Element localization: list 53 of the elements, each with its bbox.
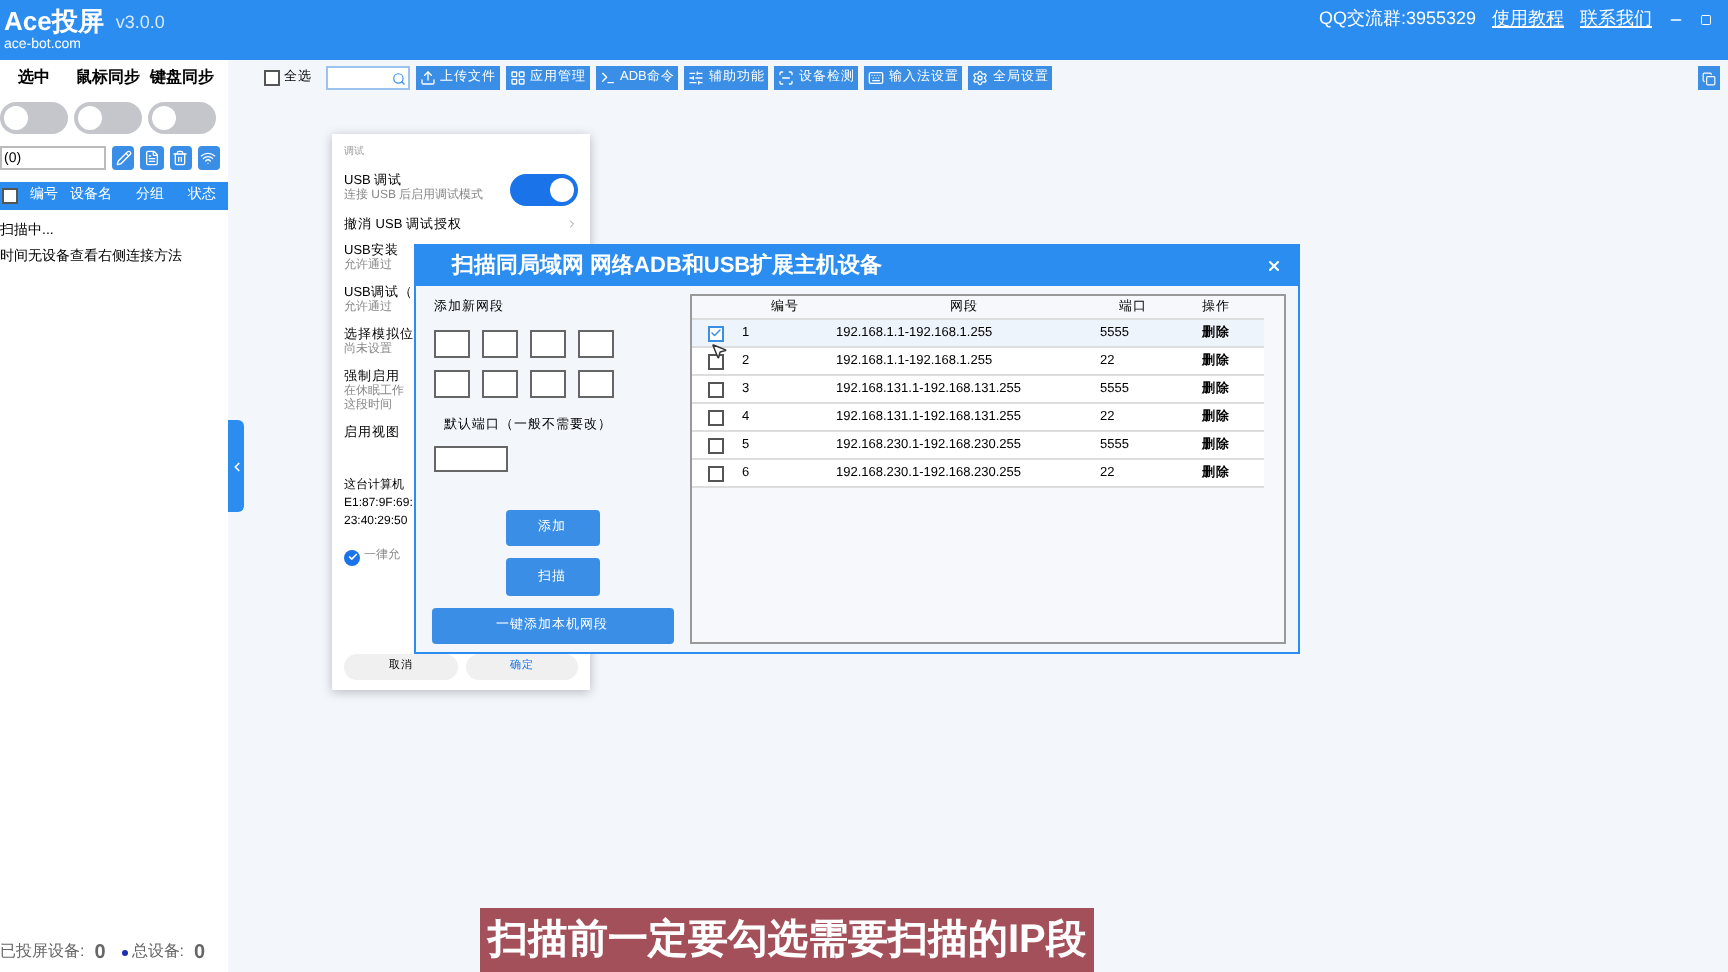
checkbox[interactable] xyxy=(707,353,723,369)
wifi-icon[interactable] xyxy=(197,146,220,170)
checkbox[interactable] xyxy=(707,409,723,425)
sync-label: 选中 xyxy=(18,66,50,90)
chevron-icon xyxy=(566,218,578,231)
app-name: Ace投屏 xyxy=(4,8,104,34)
sliders-icon xyxy=(688,70,705,86)
device-count: 0 xyxy=(194,939,206,967)
settings-icon xyxy=(972,70,989,86)
checkbox[interactable] xyxy=(264,70,280,86)
device-count: 0 xyxy=(94,939,106,967)
port-field[interactable] xyxy=(434,445,508,473)
device-count-label: 总设备: xyxy=(131,940,185,964)
qq-group-label: QQ交流群:3955329 xyxy=(1318,6,1476,33)
ip-octet-field[interactable] xyxy=(530,369,566,398)
checkbox[interactable] xyxy=(707,465,723,481)
toggle-switch[interactable] xyxy=(0,102,68,134)
ip-octet-field[interactable] xyxy=(434,369,470,398)
search-field[interactable] xyxy=(326,66,410,90)
terminal-icon xyxy=(600,70,616,86)
ip-octet-field[interactable] xyxy=(530,329,566,358)
search-icon xyxy=(392,71,406,85)
cursor-icon xyxy=(710,342,728,360)
checkbox[interactable] xyxy=(2,188,18,204)
ip-octet-field[interactable] xyxy=(434,329,470,358)
toggle-switch[interactable] xyxy=(148,102,216,134)
checkbox[interactable] xyxy=(344,549,360,566)
copy-button[interactable] xyxy=(1698,66,1720,90)
version-label: v3.0.0 xyxy=(115,10,165,37)
chevron-icon xyxy=(229,459,243,473)
trash-icon[interactable] xyxy=(169,146,192,170)
ip-octet-field[interactable] xyxy=(578,329,614,358)
sync-label: 键盘同步 xyxy=(150,66,214,90)
dialog-title: 扫描同局域网 网络ADB和USB扩展主机设备 xyxy=(452,251,883,282)
ip-octet-field[interactable] xyxy=(578,369,614,398)
subtitle-caption: 扫描前一定要勾选需要扫描的IP段 xyxy=(480,908,1094,972)
checkbox[interactable] xyxy=(707,381,723,397)
document-icon[interactable] xyxy=(140,146,163,170)
scan-icon xyxy=(778,70,795,86)
maximize-icon[interactable] xyxy=(1700,14,1712,26)
toggle-switch[interactable] xyxy=(510,173,578,205)
ip-octet-field[interactable] xyxy=(482,329,518,358)
keyboard-icon xyxy=(868,70,885,86)
close-icon[interactable] xyxy=(1266,258,1282,274)
ip-octet-field[interactable] xyxy=(482,369,518,398)
checkbox[interactable] xyxy=(707,437,723,453)
grid-icon xyxy=(510,70,526,86)
device-count-label: 已投屏设备: xyxy=(0,940,85,964)
edit-icon[interactable] xyxy=(112,146,135,170)
checkbox[interactable] xyxy=(707,325,723,341)
upload-icon xyxy=(420,70,436,86)
toggle-switch[interactable] xyxy=(74,102,142,134)
sync-label: 鼠标同步 xyxy=(76,66,140,90)
